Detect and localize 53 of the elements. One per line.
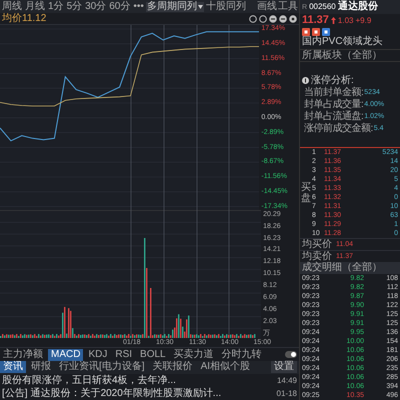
stock-name: 通达股份 [338, 2, 378, 12]
tab[interactable]: BOLL [137, 348, 169, 360]
tab[interactable]: 研报 [28, 361, 54, 374]
tool-button[interactable]: 工具 [278, 2, 298, 12]
settings-button[interactable]: 设置 [271, 361, 297, 374]
tab[interactable]: RSI [112, 348, 136, 360]
price-change: 1.03 [338, 16, 354, 24]
analysis-title: 涨停分析: [311, 76, 354, 86]
analysis-label: 封单占成交量: [304, 100, 364, 110]
period-dropdown[interactable]: 多周期同列 [146, 2, 204, 12]
tab[interactable]: 关联报价 [150, 361, 196, 374]
news-time: 01-18 [276, 390, 297, 398]
order-side-label: 买盘 [300, 181, 312, 206]
up-arrow-icon [330, 17, 336, 24]
average-label: 均买价 [302, 240, 332, 250]
minus-circle-icon[interactable] [269, 14, 277, 23]
trades-header: 成交明细（全部） [300, 262, 400, 274]
average-price: 均价11.12 [2, 14, 46, 24]
period-tab[interactable]: 60分 [108, 2, 132, 12]
period-tab[interactable]: 1分 [47, 2, 65, 12]
period-tab[interactable]: 30分 [84, 2, 108, 12]
tab[interactable]: KDJ [85, 348, 110, 360]
last-price: 11.37 [302, 15, 329, 26]
news-link[interactable]: 股份有限涨停，五日斩获4板，去年净... [2, 376, 274, 386]
tab[interactable]: 买卖力道 [170, 348, 217, 360]
period-tab[interactable]: 周线 [1, 2, 23, 12]
period-tab[interactable]: 5分 [66, 2, 84, 12]
minus-circle-icon[interactable] [279, 14, 287, 23]
stock-tagline: 国内PVC领域龙头 [301, 37, 384, 49]
analysis-label: 涨停前成交金额: [304, 124, 373, 134]
stock-code: 002560 [309, 3, 336, 11]
tab[interactable]: AI相似个股 [198, 361, 254, 374]
settings-icon[interactable] [289, 14, 297, 23]
tool-button[interactable]: 画线 [257, 2, 277, 12]
sector-label: 所属板块（全部） [301, 50, 383, 60]
analysis-label: 封单占流通盘: [304, 112, 364, 122]
percent-change: +9.9 [356, 16, 372, 24]
caret-icon [198, 4, 203, 9]
tab[interactable]: MACD [48, 348, 84, 360]
info-icon [302, 77, 309, 84]
news-tag: [公告] [2, 388, 28, 399]
news-link[interactable]: 通达股份：关于2020年限制性股票激励计... [30, 388, 274, 399]
period-tab[interactable]: ••• [132, 2, 145, 12]
news-time: 14:49 [276, 376, 297, 385]
toggle-switch[interactable] [285, 351, 297, 358]
average-label: 均卖价 [302, 252, 332, 262]
tab[interactable]: 资讯 [0, 361, 26, 374]
tab[interactable]: 分时九转 [218, 348, 265, 360]
tab[interactable]: 主力净额 [0, 348, 46, 360]
period-tab[interactable]: 月线 [24, 2, 46, 12]
analysis-label: 当前封单金额: [304, 88, 364, 98]
tab[interactable]: 行业资讯[电力设备] [56, 361, 148, 374]
ten-stock-button[interactable]: 十股同列 [204, 2, 247, 12]
